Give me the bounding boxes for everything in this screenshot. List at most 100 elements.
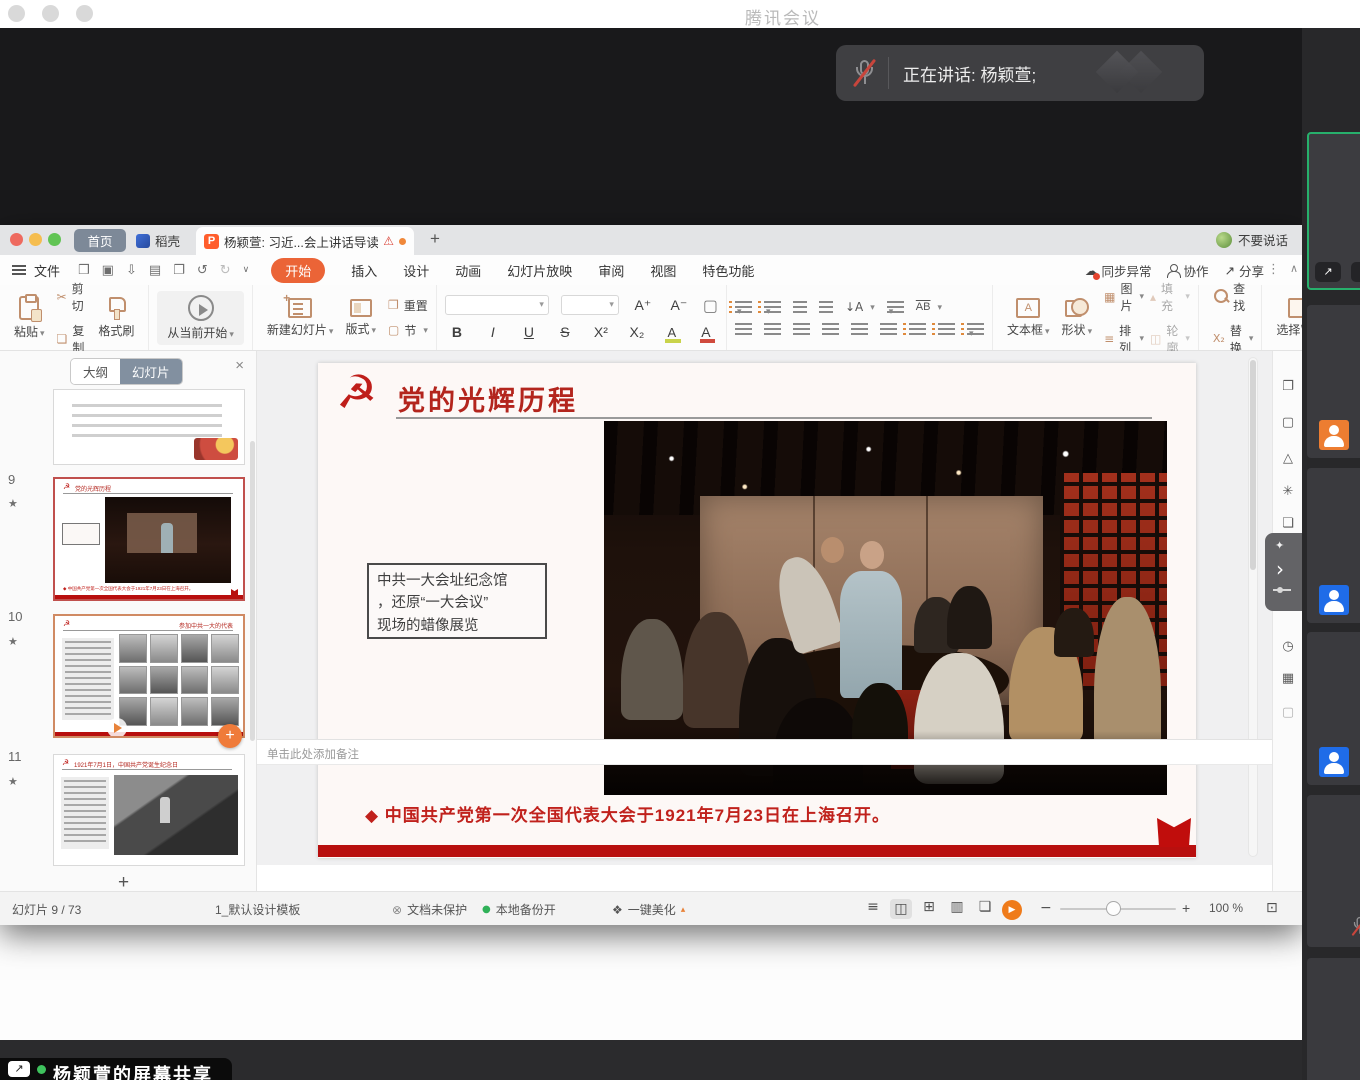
- effects-icon[interactable]: ✳: [1273, 484, 1303, 499]
- notes-toggle-icon[interactable]: ≡: [862, 899, 884, 915]
- increase-font-button[interactable]: A⁺: [631, 297, 655, 314]
- menu-tab-view[interactable]: 视图: [650, 261, 676, 280]
- slide-thumbnail-11[interactable]: ☭ 1921年7月1日，中国共产党诞生纪念日: [53, 754, 245, 866]
- video-tile-participant[interactable]: [1307, 632, 1360, 785]
- export-pdf-icon[interactable]: ⇩: [126, 263, 137, 278]
- tab-slides[interactable]: 幻灯片: [120, 359, 182, 384]
- numbered-list-icon[interactable]: [764, 301, 781, 313]
- font-size-select[interactable]: [561, 295, 619, 315]
- editor-scrollbar-thumb[interactable]: [1250, 360, 1256, 570]
- menu-tab-design[interactable]: 设计: [403, 261, 429, 280]
- print-icon[interactable]: ▤: [149, 263, 161, 278]
- fill-button[interactable]: ▴填充: [1150, 280, 1190, 314]
- bold-button[interactable]: B: [445, 324, 469, 340]
- thumb10-play-icon[interactable]: [107, 718, 127, 738]
- zoom-slider-handle[interactable]: [1106, 901, 1121, 916]
- reset-button[interactable]: ❐重置: [388, 297, 428, 314]
- tab-document-active[interactable]: P 杨颖萱: 习近...会上讲话导读 ⚠: [196, 227, 414, 255]
- wps-minimize-button[interactable]: [29, 233, 42, 246]
- open-file-icon[interactable]: ❒: [78, 263, 90, 278]
- quickbar-collapse-icon[interactable]: ∨: [243, 265, 250, 275]
- format-painter-button[interactable]: 格式刷: [92, 297, 140, 339]
- slide-callout-textbox[interactable]: 中共一大会址纪念馆 ，还原“一大会议” 现场的蜡像展览: [367, 563, 547, 639]
- menu-tab-review[interactable]: 审阅: [598, 261, 624, 280]
- menu-tab-animation[interactable]: 动画: [455, 261, 481, 280]
- template-name[interactable]: 1_默认设计模板: [215, 901, 300, 918]
- find-button[interactable]: 查找: [1213, 280, 1254, 314]
- sync-status-button[interactable]: ☁ 同步异常: [1085, 261, 1152, 280]
- fit-window-icon[interactable]: ⊡: [1266, 900, 1278, 916]
- slide-thumbnail-10[interactable]: ☭ 参加中共一大的代表: [53, 614, 245, 738]
- distribute-icon[interactable]: [851, 323, 868, 335]
- mac-zoom-button[interactable]: [76, 5, 93, 22]
- underline-button[interactable]: U: [517, 324, 541, 340]
- video-tile-participant[interactable]: [1307, 958, 1360, 1080]
- resource-box-icon[interactable]: ▢: [1273, 705, 1303, 720]
- justify-icon[interactable]: [822, 323, 839, 335]
- new-slide-button[interactable]: 新建幻灯片: [261, 298, 340, 338]
- slide-thumbnail-9-selected[interactable]: ☭ 党的光辉历程 ◆ 中国共产党第一次全国代表大会于1921年7月23日在上海召…: [53, 477, 245, 601]
- cut-button[interactable]: ✂剪切: [57, 280, 85, 314]
- character-spacing-icon[interactable]: AB: [916, 301, 942, 313]
- italic-button[interactable]: I: [481, 324, 505, 340]
- slideshow-play-icon[interactable]: ▶: [1002, 900, 1022, 920]
- handout-view-icon[interactable]: ❏: [974, 899, 996, 915]
- undo-icon[interactable]: ↺: [197, 263, 208, 278]
- superscript-button[interactable]: X²: [589, 324, 613, 340]
- align-right-icon[interactable]: [793, 323, 810, 335]
- mac-close-button[interactable]: [8, 5, 25, 22]
- section-button[interactable]: ▢节: [388, 322, 428, 339]
- tab-outline[interactable]: 大纲: [71, 359, 120, 384]
- image-pane-icon[interactable]: ▦: [1273, 671, 1303, 686]
- play-from-current-button[interactable]: 从当前开始: [157, 291, 244, 345]
- columns-icon[interactable]: [880, 323, 897, 335]
- ribbon-collapse-icon[interactable]: ∧: [1290, 262, 1298, 275]
- notes-bar[interactable]: 单击此处添加备注: [257, 739, 1272, 765]
- doc-protection-status[interactable]: ⊗ 文档未保护: [392, 901, 467, 918]
- tab-home[interactable]: 首页: [74, 229, 126, 252]
- slide-bullet-text[interactable]: ◆ 中国共产党第一次全国代表大会于1921年7月23日在上海召开。: [365, 801, 890, 826]
- align-left-icon[interactable]: [735, 323, 752, 335]
- font-color-button[interactable]: A: [695, 324, 717, 340]
- print-preview-icon[interactable]: ❐: [173, 263, 185, 278]
- menu-tab-insert[interactable]: 插入: [351, 261, 377, 280]
- text-direction-icon[interactable]: ↓A: [845, 300, 875, 314]
- editor-scrollbar[interactable]: [1248, 357, 1258, 857]
- reading-view-icon[interactable]: ▥: [946, 899, 968, 915]
- normal-view-icon[interactable]: ◫: [890, 899, 912, 919]
- design-tools-icon[interactable]: △: [1273, 451, 1303, 466]
- panel-close-icon[interactable]: ×: [235, 357, 244, 374]
- layers-icon[interactable]: ❏: [1273, 516, 1303, 531]
- more-options-icon[interactable]: ⋮: [1267, 262, 1280, 277]
- video-tile-screenshare[interactable]: ↗: [1307, 132, 1360, 290]
- new-tab-button[interactable]: +: [430, 229, 440, 249]
- video-tile-participant[interactable]: [1307, 795, 1360, 947]
- shapes-button[interactable]: 形状: [1056, 298, 1099, 338]
- textbox-button[interactable]: A 文本框: [1001, 298, 1056, 338]
- properties-icon[interactable]: ❐: [1273, 379, 1303, 394]
- paste-button[interactable]: 粘贴: [8, 296, 51, 340]
- list-spacing-3-icon[interactable]: [967, 323, 984, 335]
- highlight-color-button[interactable]: A: [661, 325, 683, 340]
- strikethrough-button[interactable]: S: [553, 324, 577, 340]
- save-icon[interactable]: ▣: [102, 263, 114, 278]
- wps-close-button[interactable]: [10, 233, 23, 246]
- one-click-beautify-button[interactable]: ❖ 一键美化 ▴: [612, 901, 685, 918]
- mac-minimize-button[interactable]: [42, 5, 59, 22]
- zoom-in-icon[interactable]: +: [1182, 900, 1190, 916]
- zoom-level[interactable]: 100 %: [1209, 901, 1243, 915]
- video-tile-participant[interactable]: [1307, 468, 1360, 623]
- align-center-icon[interactable]: [764, 323, 781, 335]
- slide-thumbnail-8-partial[interactable]: [53, 389, 245, 465]
- picture-button[interactable]: ▦图片: [1104, 280, 1144, 314]
- clear-format-icon[interactable]: ▢: [703, 296, 718, 315]
- increase-indent-icon[interactable]: [819, 301, 833, 313]
- slide-canvas[interactable]: ☭ 党的光辉历程: [318, 363, 1196, 858]
- slide-title[interactable]: 党的光辉历程: [398, 379, 578, 418]
- list-spacing-2-icon[interactable]: [938, 323, 955, 335]
- collaborate-button[interactable]: 协作: [1167, 261, 1208, 280]
- wps-fullscreen-button[interactable]: [48, 233, 61, 246]
- share-button[interactable]: ↗ 分享: [1225, 261, 1265, 280]
- decrease-font-button[interactable]: A⁻: [667, 297, 691, 314]
- font-name-select[interactable]: [445, 295, 549, 315]
